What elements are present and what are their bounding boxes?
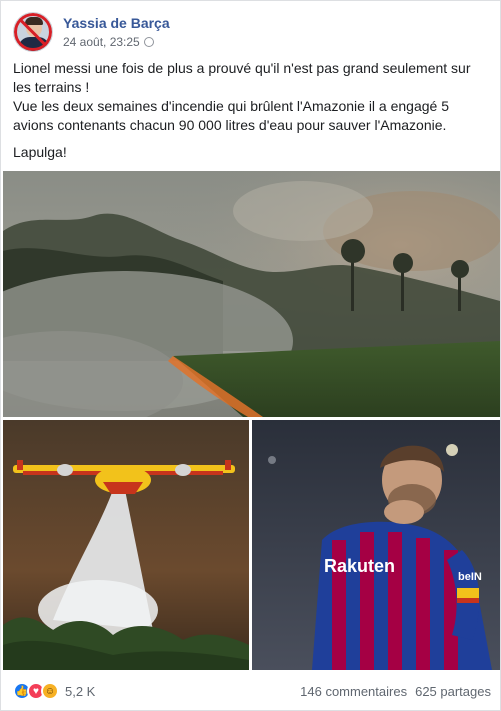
messi-image: Rakuten beIN <box>252 420 500 670</box>
prohibited-icon <box>14 13 52 51</box>
photo-amazon-fire[interactable] <box>3 171 500 417</box>
jersey-sponsor-text: Rakuten <box>324 556 395 576</box>
post-header: Yassia de Barça 24 août, 23:25 <box>13 11 170 53</box>
post-text: Lionel messi une fois de plus a prouvé q… <box>13 59 491 162</box>
post-text-line: Lionel messi une fois de plus a prouvé q… <box>13 60 471 95</box>
haha-icon: ☺ <box>41 682 59 700</box>
water-bomber-image <box>3 420 249 670</box>
post-text-line: Vue les deux semaines d'incendie qui brû… <box>13 98 449 133</box>
shares-count[interactable]: 625 partages <box>415 684 491 699</box>
post-footer: 👍 ♥ ☺ 5,2 K 146 commentaires 625 partage… <box>13 678 491 704</box>
amazon-fire-image <box>3 171 500 417</box>
avatar[interactable] <box>13 12 53 52</box>
globe-icon <box>143 37 154 47</box>
comments-count[interactable]: 146 commentaires <box>300 684 407 699</box>
photo-messi[interactable]: Rakuten beIN <box>252 420 500 670</box>
post-timestamp[interactable]: 24 août, 23:25 <box>63 34 170 50</box>
photo-water-bomber[interactable] <box>3 420 249 670</box>
post-stats: 146 commentaires 625 partages <box>300 684 491 699</box>
post-text-line: Lapulga! <box>13 144 67 160</box>
author-name[interactable]: Yassia de Barça <box>63 14 170 32</box>
sleeve-sponsor-text: beIN <box>458 571 482 583</box>
post-card: Yassia de Barça 24 août, 23:25 Lionel me… <box>0 0 501 711</box>
reaction-count[interactable]: 5,2 K <box>65 684 95 699</box>
reactions-summary[interactable]: 👍 ♥ ☺ 5,2 K <box>13 682 95 700</box>
timestamp-text[interactable]: 24 août, 23:25 <box>63 34 140 50</box>
post-meta: Yassia de Barça 24 août, 23:25 <box>63 14 170 50</box>
